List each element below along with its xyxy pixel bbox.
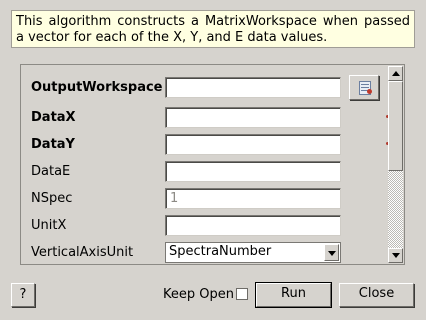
property-row-outputworkspace: OutputWorkspace	[21, 75, 391, 100]
datae-input[interactable]	[165, 161, 341, 182]
property-row-unitx: UnitX	[21, 215, 391, 237]
datax-input[interactable]	[165, 107, 341, 128]
datay-input[interactable]	[165, 134, 341, 155]
close-button[interactable]: Close	[339, 283, 414, 307]
property-row-datae: DataE	[21, 161, 391, 183]
property-label-nspec: NSpec	[31, 191, 73, 206]
property-label-datax: DataX	[31, 110, 76, 125]
property-label-outputworkspace: OutputWorkspace	[31, 80, 163, 95]
verticalaxisunit-selected-value: SpectraNumber	[169, 244, 272, 259]
property-row-datax: DataX	[21, 107, 391, 129]
browse-workspace-button[interactable]	[349, 75, 379, 100]
property-row-datay: DataY	[21, 134, 391, 156]
property-label-datae: DataE	[31, 164, 71, 179]
properties-panel: OutputWorkspace DataX DataY DataE NSpec …	[20, 64, 405, 265]
run-button[interactable]: Run	[255, 282, 332, 308]
algorithm-description: This algorithm constructs a MatrixWorksp…	[11, 10, 415, 48]
help-button[interactable]: ?	[11, 283, 35, 307]
verticalaxisunit-select[interactable]: SpectraNumber	[165, 242, 341, 263]
properties-scrollbar[interactable]	[388, 66, 403, 263]
unitx-input[interactable]	[165, 215, 341, 236]
keep-open-checkbox[interactable]	[236, 288, 248, 300]
property-row-nspec: NSpec	[21, 188, 391, 210]
scroll-up-button[interactable]	[388, 66, 403, 81]
chevron-down-icon[interactable]	[324, 244, 339, 261]
property-label-datay: DataY	[31, 137, 75, 152]
scrollbar-thumb[interactable]	[388, 81, 403, 171]
nspec-input[interactable]	[165, 188, 341, 209]
property-row-verticalaxisunit: VerticalAxisUnit SpectraNumber	[21, 242, 391, 264]
keep-open-label: Keep Open	[163, 287, 234, 302]
outputworkspace-input[interactable]	[165, 77, 341, 98]
scroll-down-button[interactable]	[388, 248, 403, 263]
property-label-unitx: UnitX	[31, 218, 67, 233]
property-label-verticalaxisunit: VerticalAxisUnit	[31, 245, 134, 260]
